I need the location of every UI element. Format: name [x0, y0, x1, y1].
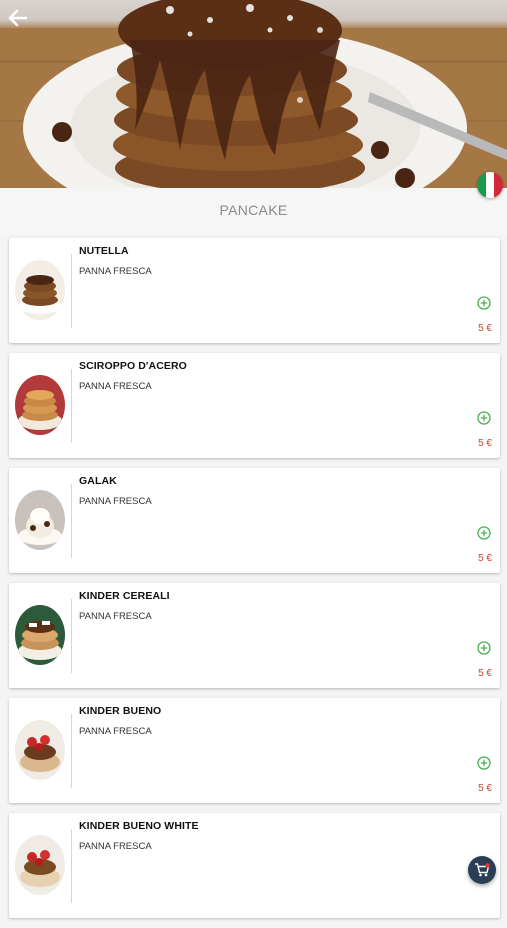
add-to-cart-button[interactable]: [477, 756, 491, 770]
pancake-photo: [0, 0, 507, 188]
hero-image: [0, 0, 507, 188]
add-to-cart-button[interactable]: [477, 411, 491, 425]
product-thumbnail: [15, 375, 65, 435]
cart-button[interactable]: [468, 856, 496, 884]
plus-circle-icon: [477, 296, 491, 310]
add-to-cart-button[interactable]: [477, 641, 491, 655]
product-description: PANNA FRESCA: [79, 841, 152, 852]
cart-icon: [475, 863, 490, 877]
product-thumbnail: [15, 720, 65, 780]
product-price: 5 €: [478, 553, 492, 564]
separator: [71, 599, 72, 673]
product-card[interactable]: KINDER CEREALI PANNA FRESCA 5 €: [9, 583, 500, 688]
product-card[interactable]: GALAK PANNA FRESCA 5 €: [9, 468, 500, 573]
language-flag-italy-icon[interactable]: [477, 172, 503, 198]
product-name: NUTELLA: [79, 245, 129, 257]
product-price: 5 €: [478, 323, 492, 334]
separator: [71, 484, 72, 558]
product-card[interactable]: KINDER BUENO WHITE PANNA FRESCA: [9, 813, 500, 918]
product-thumbnail: [15, 605, 65, 665]
product-name: KINDER BUENO WHITE: [79, 820, 199, 832]
separator: [71, 829, 72, 903]
product-name: KINDER BUENO: [79, 705, 162, 717]
product-description: PANNA FRESCA: [79, 381, 152, 392]
product-card[interactable]: NUTELLA PANNA FRESCA 5 €: [9, 238, 500, 343]
product-card[interactable]: SCIROPPO D'ACERO PANNA FRESCA 5 €: [9, 353, 500, 458]
separator: [71, 369, 72, 443]
product-description: PANNA FRESCA: [79, 266, 152, 277]
product-list: NUTELLA PANNA FRESCA 5 € SCIROPPO D'ACER…: [9, 238, 500, 928]
product-card[interactable]: KINDER BUENO PANNA FRESCA 5 €: [9, 698, 500, 803]
product-thumbnail: [15, 490, 65, 550]
arrow-left-icon: [8, 9, 28, 27]
category-title: PANCAKE: [0, 188, 507, 234]
product-price: 5 €: [478, 668, 492, 679]
product-price: 5 €: [478, 783, 492, 794]
separator: [71, 254, 72, 328]
product-thumbnail: [15, 260, 65, 320]
product-name: KINDER CEREALI: [79, 590, 170, 602]
product-description: PANNA FRESCA: [79, 726, 152, 737]
product-thumbnail: [15, 835, 65, 895]
plus-circle-icon: [477, 526, 491, 540]
product-price: 5 €: [478, 438, 492, 449]
plus-circle-icon: [477, 756, 491, 770]
separator: [71, 714, 72, 788]
product-description: PANNA FRESCA: [79, 611, 152, 622]
plus-circle-icon: [477, 411, 491, 425]
add-to-cart-button[interactable]: [477, 526, 491, 540]
product-name: SCIROPPO D'ACERO: [79, 360, 187, 372]
add-to-cart-button[interactable]: [477, 296, 491, 310]
product-name: GALAK: [79, 475, 117, 487]
plus-circle-icon: [477, 641, 491, 655]
product-description: PANNA FRESCA: [79, 496, 152, 507]
back-button[interactable]: [6, 6, 32, 30]
